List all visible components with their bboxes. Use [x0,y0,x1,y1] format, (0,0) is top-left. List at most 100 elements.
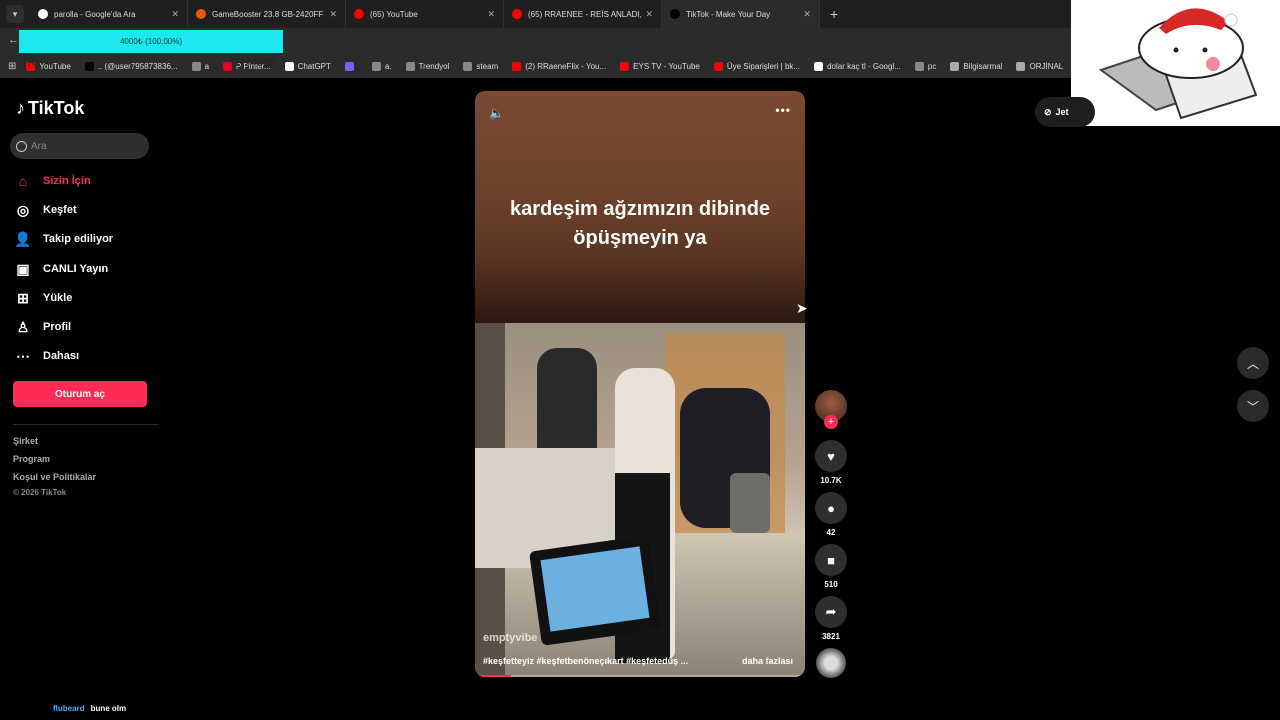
bookmark-item[interactable]: ORJİNAL [1016,61,1063,71]
bookmark-label: YouTube [39,61,71,71]
donation-progress-bar: 4000₺ (100.00%) [19,30,283,53]
sidebar-divider [13,424,159,425]
mouse-cursor-icon: ➤ [796,300,808,316]
sidebar-item-more[interactable]: ⋯ Dahası [14,345,79,367]
tab-title: (65) YouTube [370,9,418,19]
save-action[interactable]: ■ 510 [815,544,847,589]
stream-overlay-sticker [1071,0,1280,126]
tab-title: GameBooster 23.8 GB-2420FF F [212,9,326,19]
share-action[interactable]: ➦ 3821 [815,596,847,641]
tab-search-button[interactable]: ▾ [6,5,24,23]
bookmark-icon [814,61,824,71]
sidebar-item-profile[interactable]: ♙ Profil [14,316,71,338]
tab-favicon-icon [354,9,364,19]
bookmark-label: ChatGPT [297,61,331,71]
bookmark-icon [512,61,522,71]
footer-link-company[interactable]: Şirket [13,436,38,446]
bookmark-item[interactable]: steam [463,61,499,71]
comment-action[interactable]: ● 42 [815,492,847,537]
tiktok-note-icon: ♪ [16,98,25,118]
bookmark-icon [713,61,723,71]
comment-icon[interactable]: ● [815,492,847,524]
chat-message: bune olm [90,704,127,713]
more-options-icon[interactable]: ••• [775,103,791,117]
sidebar-item-compass[interactable]: ◎ Keşfet [14,199,77,221]
bookmark-item[interactable]: Bilgisarmal [950,61,1003,71]
bookmark-icon [405,61,415,71]
bookmark-item[interactable]: pc [914,61,937,71]
bookmark-item[interactable]: a. [371,61,392,71]
search-icon [16,140,27,152]
tab-favicon-icon [38,9,48,19]
bookmark-icon [371,61,381,71]
sidebar-item-following[interactable]: 👤 Takip ediliyor [14,228,113,250]
video-progress-bar[interactable] [475,675,805,677]
volume-icon[interactable]: 🔈 [489,106,504,120]
video-caption-overlay: kardeşim ağzımızın dibinde öpüşmeyin ya [509,198,771,249]
bookmark-label: .. (@user795873836... [97,61,178,71]
more-description-link[interactable]: daha fazlası [742,656,793,666]
bookmark-item[interactable]: Üye Siparişleri | bk... [713,61,800,71]
copyright-text: © 2026 TikTok [13,488,67,497]
heart-icon[interactable]: ♥ [815,440,847,472]
video-player[interactable]: kardeşim ağzımızın dibinde öpüşmeyin ya … [475,91,805,677]
browser-tab[interactable]: (65) RRAENEE - REİS ANLADI, R ✕ [504,0,662,28]
donation-progress-text: 4000₺ (100.00%) [119,37,183,46]
chat-username: flubeard [53,704,85,713]
tab-close-icon[interactable]: ✕ [803,9,811,20]
scroll-down-button[interactable]: ﹀ [1237,390,1269,422]
sidebar-item-live[interactable]: ▣ CANLI Yayın [14,258,108,280]
tab-close-icon[interactable]: ✕ [329,9,337,20]
bookmark-item[interactable]: (2) RRaeneFlix - You... [512,61,607,71]
bookmark-item[interactable]: Trendyol [405,61,449,71]
tab-close-icon[interactable]: ✕ [645,9,653,20]
sidebar-item-label: Profil [43,321,72,333]
browser-tab[interactable]: (65) YouTube ✕ [346,0,504,28]
footer-link-program[interactable]: Program [13,454,50,464]
scroll-up-button[interactable]: ︿ [1237,347,1269,379]
get-app-icon: ⊘ [1044,106,1052,117]
back-arrow-icon[interactable]: ← [8,34,19,46]
bookmark-item[interactable] [344,61,358,71]
bookmark-label: steam [476,61,499,71]
video-progress-fill [475,675,512,677]
browser-tab[interactable]: GameBooster 23.8 GB-2420FF F ✕ [188,0,346,28]
bookmark-label: Bilgisarmal [963,61,1003,71]
get-app-button[interactable]: ⊘ Jet [1035,97,1095,127]
music-disc-icon[interactable] [816,648,846,678]
bookmark-item[interactable]: ChatGPT [284,61,331,71]
sidebar-item-upload[interactable]: ⊞ Yükle [14,287,72,309]
bookmark-label: (2) RRaeneFlix - You... [525,61,607,71]
bookmark-item[interactable]: .. (@user795873836... [84,61,178,71]
tab-close-icon[interactable]: ✕ [171,9,179,20]
share-icon[interactable]: ➦ [815,596,847,628]
video-author[interactable]: emptyvibe [483,632,537,644]
bookmark-item[interactable]: dolar kaç tl - Googl... [814,61,901,71]
new-tab-button[interactable]: + [830,6,838,22]
like-action[interactable]: ♥ 10.7K [815,440,847,485]
bookmark-icon[interactable]: ■ [815,544,847,576]
browser-tab[interactable]: TikTok - Make Your Day ✕ [662,0,820,28]
tab-title: TikTok - Make Your Day [686,9,771,19]
chevron-down-icon: ﹀ [1246,399,1259,414]
tab-close-icon[interactable]: ✕ [487,9,495,20]
sidebar-item-label: Takip ediliyor [43,233,114,245]
bookmark-item[interactable]: a [191,61,209,71]
video-hashtags[interactable]: #keşfetteyiz #keşfetbenöneçıkart #keşfet… [483,656,713,666]
tab-favicon-icon [196,9,206,19]
apps-grid-icon[interactable]: ⊞ [8,61,16,72]
bookmark-icon [463,61,473,71]
bookmark-icon [914,61,924,71]
login-button[interactable]: Oturum aç [13,381,147,407]
tiktok-logo[interactable]: ♪ TikTok [16,98,84,119]
donation-right-label: TRY4000 [229,57,276,69]
sidebar-item-home[interactable]: ⌂ Sizin İçin [14,170,91,192]
search-box[interactable] [10,133,149,159]
bookmark-item[interactable]: EYS TV - YouTube [620,61,700,71]
footer-link-terms[interactable]: Koşul ve Politikalar [13,472,96,482]
search-input[interactable] [31,140,141,152]
bookmark-label: pc [927,61,937,71]
follow-plus-icon[interactable]: + [824,415,838,429]
sidebar-item-label: Keşfet [43,204,77,216]
stream-chat-line: flubeard bune olm [53,704,126,713]
